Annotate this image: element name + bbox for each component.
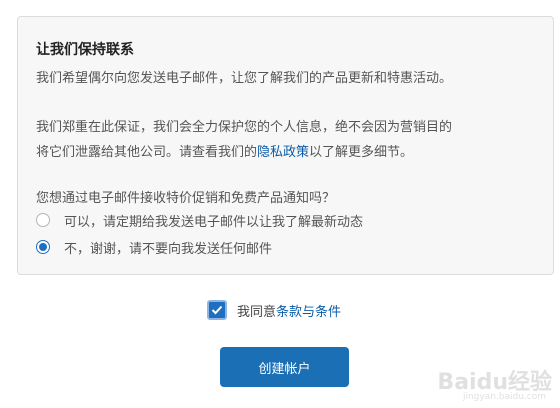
option-yes-label: 可以，请定期给我发送电子邮件以让我了解最新动态 <box>64 214 364 230</box>
radio-no[interactable] <box>36 240 50 254</box>
terms-link[interactable]: 条款与条件 <box>276 305 341 320</box>
option-no[interactable]: 不，谢谢，请不要向我发送任何邮件 <box>36 238 273 257</box>
privacy-text-line1: 我们郑重在此保证，我们会全力保护您的个人信息，绝不会因为营销目的 <box>36 120 453 135</box>
privacy-text-line2: 将它们泄露给其他公司。请查看我们的隐私政策以了解更多细节。 <box>36 140 452 165</box>
option-no-label: 不，谢谢，请不要向我发送任何邮件 <box>64 241 273 257</box>
intro-text: 我们希望偶尔向您发送电子邮件，让您了解我们的产品更新和特惠活动。 <box>36 71 453 86</box>
email-question: 您想通过电子邮件接收特价促销和免费产品通知吗？ <box>36 191 336 206</box>
checkmark-icon <box>211 305 223 315</box>
option-yes[interactable]: 可以，请定期给我发送电子邮件以让我了解最新动态 <box>36 211 364 230</box>
terms-label: 我同意条款与条件 <box>237 301 341 320</box>
terms-checkbox[interactable] <box>207 300 227 320</box>
newsletter-panel: 让我们保持联系 我们希望偶尔向您发送电子邮件，让您了解我们的产品更新和特惠活动。… <box>17 16 554 275</box>
watermark-url: jingyan.baidu.com <box>462 392 546 402</box>
privacy-text-before: 将它们泄露给其他公司。请查看我们的 <box>36 145 258 160</box>
terms-agreement: 我同意条款与条件 <box>207 300 341 320</box>
privacy-text: 我们郑重在此保证，我们会全力保护您的个人信息，绝不会因为营销目的 将它们泄露给其… <box>36 115 452 165</box>
panel-title: 让我们保持联系 <box>36 42 134 58</box>
terms-prefix: 我同意 <box>237 304 277 320</box>
privacy-policy-link[interactable]: 隐私政策 <box>257 145 309 160</box>
radio-yes[interactable] <box>36 213 50 227</box>
baidu-watermark: Baidu经验 jingyan.baidu.com <box>432 362 552 402</box>
privacy-text-after: 以了解更多细节。 <box>309 145 414 160</box>
create-account-button[interactable]: 创建帐户 <box>220 347 349 387</box>
